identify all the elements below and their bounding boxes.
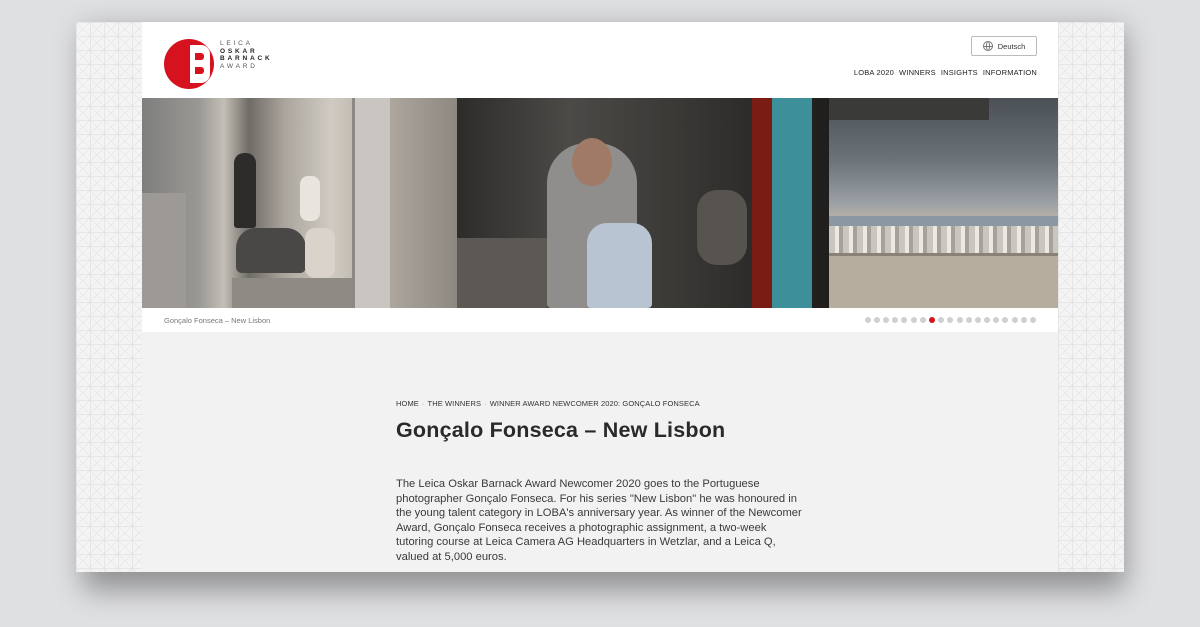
photo-corridor: [142, 98, 457, 308]
slider-dot[interactable]: [1030, 317, 1036, 323]
loba-logo[interactable]: LEICA OSKAR BARNACK AWARD: [164, 39, 294, 91]
slider-dot[interactable]: [873, 317, 880, 323]
slider-dot[interactable]: [919, 317, 926, 323]
slider-dot[interactable]: [1020, 317, 1027, 323]
right-pattern-background: [1058, 22, 1124, 572]
nav-item-winners[interactable]: WINNERS: [899, 68, 936, 77]
page-title: Gonçalo Fonseca – New Lisbon: [396, 418, 726, 442]
slider-dot[interactable]: [1002, 317, 1009, 323]
slider-dot[interactable]: [910, 317, 917, 323]
slider-caption: Gonçalo Fonseca – New Lisbon: [164, 316, 271, 325]
slider-caption-bar: Gonçalo Fonseca – New Lisbon: [142, 308, 1058, 332]
slider-dot[interactable]: [1011, 317, 1018, 323]
language-label: Deutsch: [997, 41, 1026, 51]
slider-dot[interactable]: [892, 317, 899, 323]
site-header: LEICA OSKAR BARNACK AWARD Deutsch LOBA 2…: [142, 22, 1058, 98]
article-body: The Leica Oskar Barnack Award Newcomer 2…: [396, 478, 802, 563]
main-nav: LOBA 2020 WINNERS INSIGHTS INFORMATION: [854, 68, 1037, 77]
slider-dot[interactable]: [864, 317, 871, 323]
slider-dot-active[interactable]: [928, 317, 935, 323]
hero-slider[interactable]: [142, 98, 1058, 308]
photo-mother-child: [457, 98, 829, 308]
slider-dot[interactable]: [901, 317, 908, 323]
breadcrumb-home[interactable]: HOME: [396, 399, 419, 408]
logo-line: LEICA: [220, 40, 253, 47]
logo-line: OSKAR: [220, 47, 258, 55]
logo-wordmark: LEICA OSKAR BARNACK AWARD: [220, 40, 300, 70]
left-pattern-background: [76, 22, 142, 572]
logo-line: AWARD: [220, 62, 258, 70]
nav-item-loba-2020[interactable]: LOBA 2020: [854, 68, 894, 77]
slider-dot[interactable]: [984, 317, 991, 323]
breadcrumb-winners[interactable]: THE WINNERS: [428, 399, 482, 408]
page: LEICA OSKAR BARNACK AWARD Deutsch LOBA 2…: [142, 22, 1058, 572]
breadcrumb: HOME · THE WINNERS · WINNER AWARD NEWCOMER 2…: [396, 399, 700, 408]
slider-dot[interactable]: [993, 317, 1000, 323]
nav-item-insights[interactable]: INSIGHTS: [941, 68, 978, 77]
language-button[interactable]: Deutsch: [971, 36, 1037, 56]
slider-dot[interactable]: [974, 317, 981, 323]
slider-dot[interactable]: [956, 317, 963, 323]
slider-dot[interactable]: [883, 317, 889, 323]
slider-dot[interactable]: [938, 317, 945, 323]
breadcrumb-current: WINNER AWARD NEWCOMER 2020: GONÇALO FONS…: [489, 399, 700, 408]
nav-item-information[interactable]: INFORMATION: [983, 68, 1037, 77]
logo-b-letter: [190, 45, 210, 83]
logo-line: BARNACK: [220, 55, 273, 62]
browser-screenshot: LEICA OSKAR BARNACK AWARD Deutsch LOBA 2…: [76, 22, 1124, 572]
slider-dot[interactable]: [965, 317, 972, 323]
slider-dot[interactable]: [947, 317, 954, 323]
logo-mark-icon: [164, 39, 214, 89]
slider-pagination: [864, 317, 1036, 323]
photo-city-view: [829, 98, 1058, 308]
globe-icon: [982, 41, 993, 51]
